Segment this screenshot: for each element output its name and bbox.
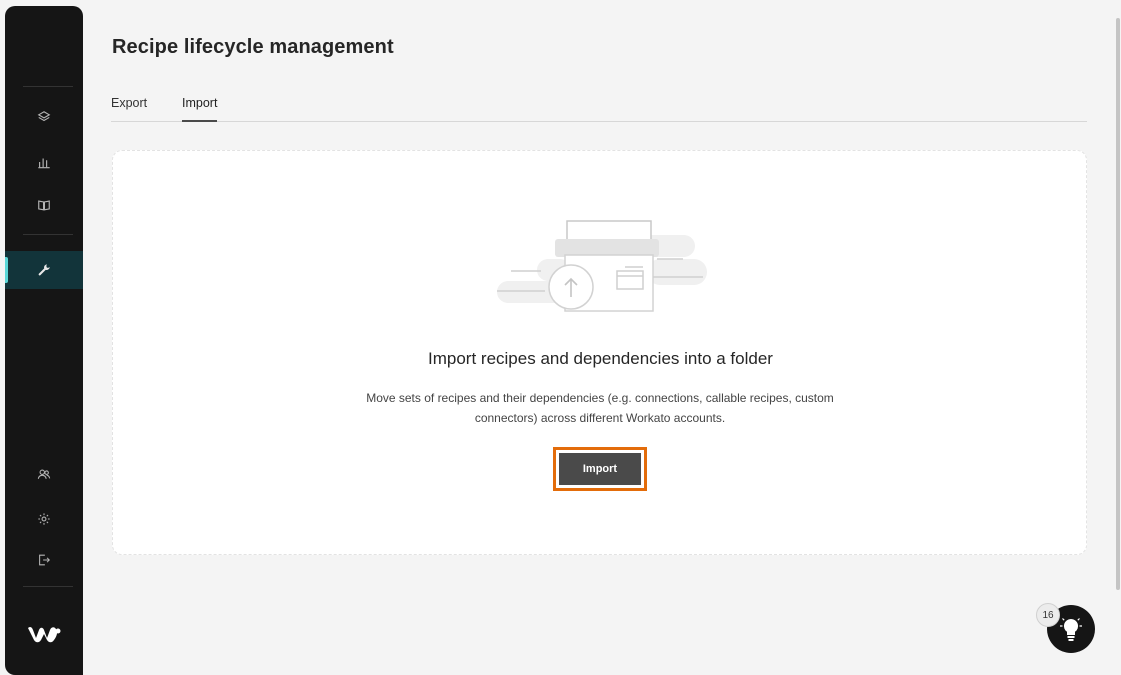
page-scrollbar[interactable] — [1116, 18, 1120, 590]
layers-icon — [37, 111, 51, 122]
empty-state-title: Import recipes and dependencies into a f… — [428, 349, 773, 368]
empty-state-description: Move sets of recipes and their dependenc… — [325, 388, 875, 428]
logout-icon — [39, 554, 50, 566]
page-title: Recipe lifecycle management — [112, 36, 394, 58]
workato-logo[interactable] — [27, 622, 61, 646]
import-illustration — [497, 220, 707, 312]
sidebar-item-logout[interactable] — [5, 541, 83, 579]
help-notification-badge: 16 — [1036, 603, 1060, 627]
import-button-highlight: Import — [553, 447, 647, 491]
sidebar-item-dashboard[interactable] — [5, 143, 83, 181]
description-line-2: connectors) across different Workato acc… — [474, 411, 726, 425]
sidebar-divider — [23, 86, 73, 87]
users-icon — [37, 469, 51, 479]
sidebar — [5, 6, 83, 675]
gear-icon — [38, 513, 50, 525]
sidebar-item-settings[interactable] — [5, 500, 83, 538]
description-line-1: Move sets of recipes and their dependenc… — [366, 391, 834, 405]
sidebar-item-docs[interactable] — [5, 186, 83, 224]
tab-export[interactable]: Export — [111, 96, 147, 122]
lightbulb-icon — [1060, 618, 1082, 641]
import-button[interactable]: Import — [559, 453, 641, 485]
book-icon — [38, 200, 50, 211]
tab-bar: Export Import — [111, 96, 1087, 122]
sidebar-item-tools[interactable] — [5, 251, 83, 289]
import-empty-state-card: Import recipes and dependencies into a f… — [112, 150, 1087, 555]
sidebar-divider — [23, 586, 73, 587]
tab-import[interactable]: Import — [182, 96, 218, 122]
bar-chart-icon — [38, 158, 50, 169]
wrench-icon — [38, 264, 50, 276]
sidebar-item-projects[interactable] — [5, 98, 83, 136]
sidebar-item-members[interactable] — [5, 455, 83, 493]
sidebar-divider — [23, 234, 73, 235]
